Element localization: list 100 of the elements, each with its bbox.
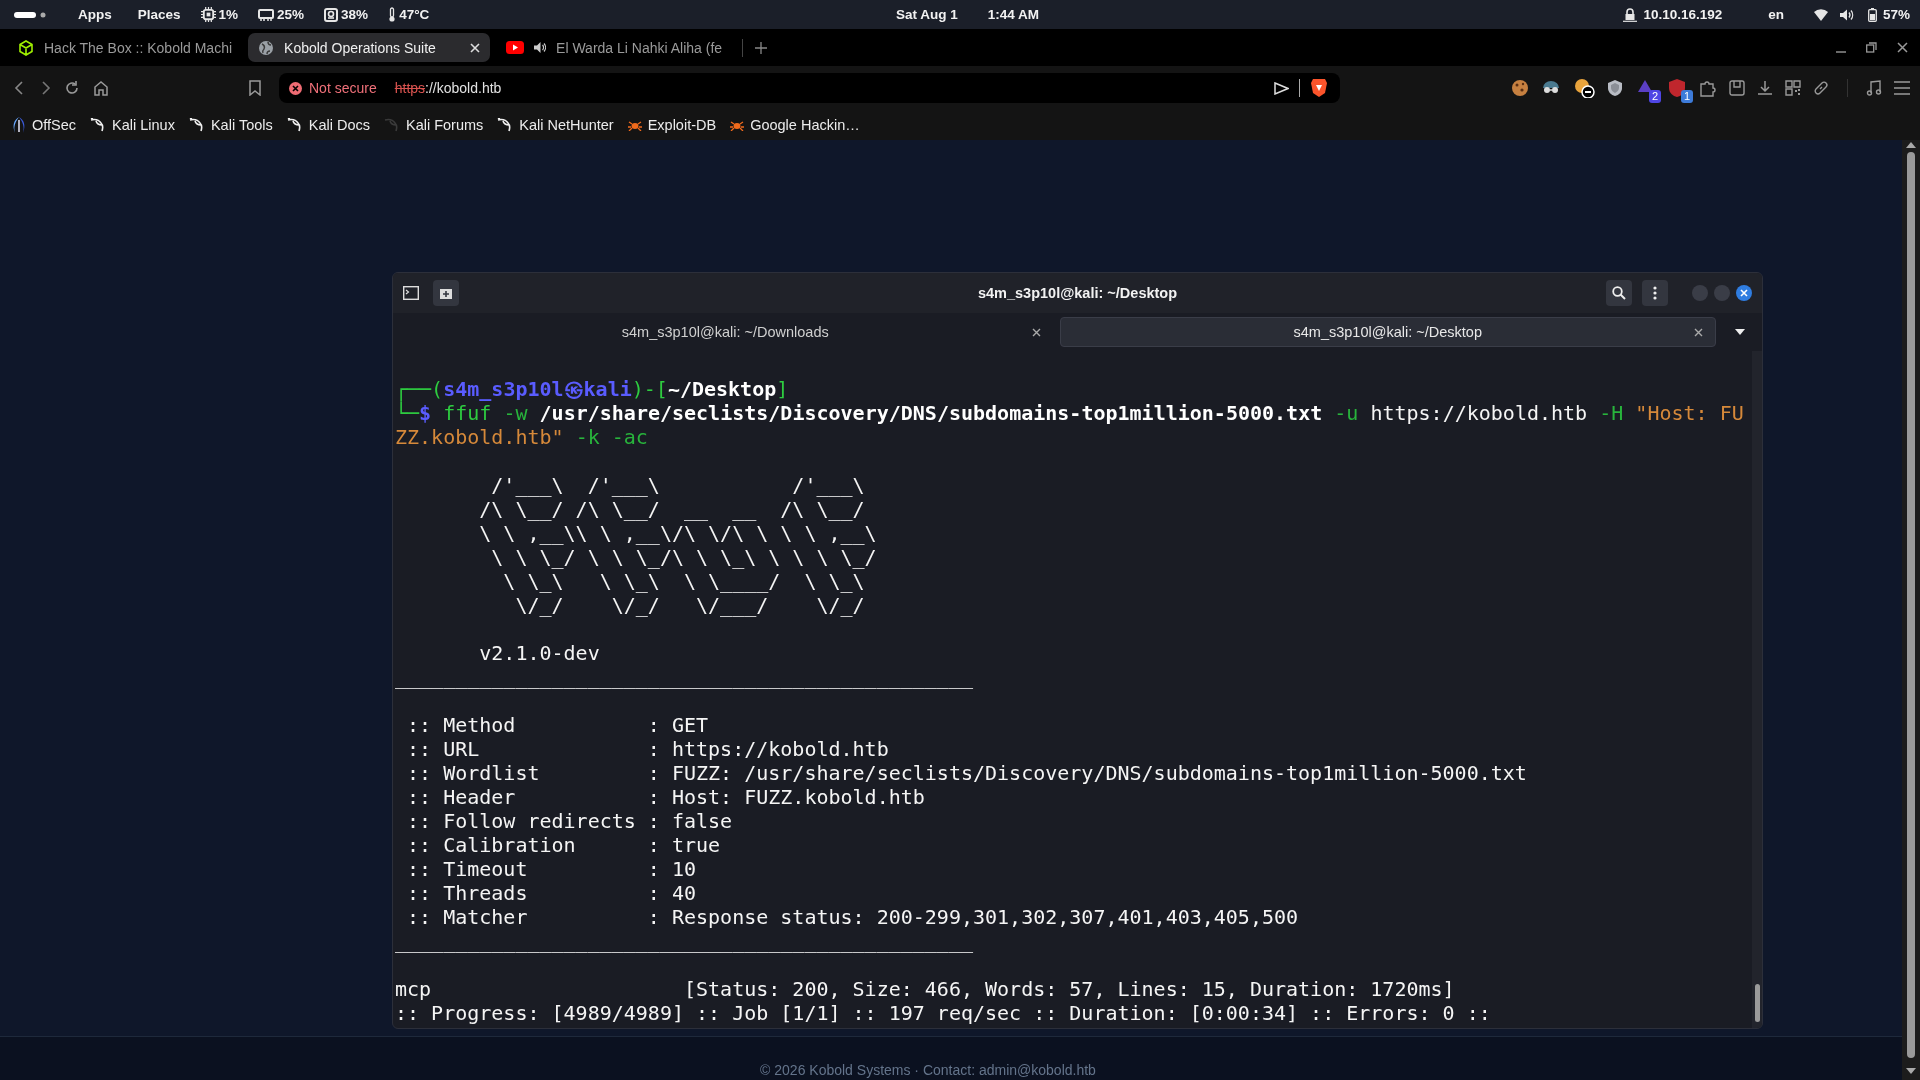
close-icon[interactable] [1694, 327, 1703, 337]
scroll-down-icon[interactable] [1906, 1068, 1916, 1074]
terminal-tab[interactable]: s4m_s3p10l@kali: ~/Desktop [1059, 317, 1716, 347]
cookie-icon[interactable] [1511, 79, 1529, 97]
bookmark-link[interactable]: Kali NetHunter [497, 117, 614, 133]
config-line: :: Follow redirects : false [406, 809, 734, 833]
bookmark-link[interactable]: Kali Linux [90, 117, 175, 133]
browser-tab[interactable]: Kobold Operations Suite [248, 33, 491, 62]
terminal-tab[interactable]: s4m_s3p10l@kali: ~/Downloads [397, 317, 1054, 347]
security-warning: Not secure [309, 80, 377, 96]
menu-icon[interactable] [1894, 81, 1910, 95]
bookmark-link[interactable]: OffSec [12, 117, 77, 133]
config-line: :: Method : GET [406, 713, 710, 737]
music-icon[interactable] [1866, 80, 1882, 96]
link-icon[interactable] [1813, 80, 1829, 96]
close-icon[interactable] [1031, 327, 1041, 337]
bookmark-link[interactable]: Kali Forums [384, 117, 484, 133]
download-icon[interactable] [1757, 80, 1773, 96]
blocked-icon[interactable] [1573, 78, 1595, 98]
scroll-up-icon[interactable] [1906, 142, 1916, 148]
result-line: mcp [Status: 200, Size: 466, Words: 57, Lines: 15, Duration: 1720ms] [395, 977, 1456, 1001]
disk-reading: 38% [341, 7, 369, 22]
menu-button[interactable]: Places [137, 7, 181, 22]
home-icon[interactable] [93, 80, 109, 96]
thermometer-icon [388, 7, 397, 22]
cube-icon [18, 39, 34, 56]
reload-icon[interactable] [64, 80, 80, 96]
dragon-icon [188, 118, 205, 132]
config-line: :: Wordlist : FUZZ: /usr/share/seclists/Discovery/DNS/subdomains-top1million-5000.txt [406, 761, 1528, 785]
prompt-line: ┌──(s4m_s3p10l㉿kali)-[~/Desktop] [395, 377, 790, 401]
speaker-icon[interactable] [534, 42, 547, 53]
new-tab-icon[interactable] [755, 41, 768, 54]
cpu-icon [200, 7, 216, 22]
caret-icon[interactable] [1735, 329, 1745, 335]
date-text[interactable]: Sat Aug 1 [896, 7, 958, 22]
window-title: s4m_s3p10l@kali: ~/Desktop [977, 285, 1178, 301]
workspace-indicator-icon[interactable] [14, 10, 46, 19]
ascii-art-text: /'___\ /'___\ /'___\ /\ \__/ /\ \__/ __ __ /\ \__/ \ \ ,__\\ \ ,__\/\ \/\ \ \ \ ,__\ \ \ \_/ \ \ \_/\ \ \_\ \ \ \ \_/ \ \_\ \ \_\ \ \____/ \ \_\ \/_/ \/_/ \/___/ \/_/ [478, 473, 878, 617]
scrollbar[interactable] [1752, 351, 1762, 1028]
browser-tab[interactable]: Hack The Box :: Kobold Machi [8, 33, 243, 62]
spider-icon [730, 119, 745, 131]
footer-text: © 2026 Kobold Systems · Contact: admin@kobold.htb [760, 1062, 1096, 1078]
new-tab-icon [439, 286, 453, 300]
lion-shield-icon[interactable] [1310, 78, 1328, 98]
menu-button[interactable]: Apps [78, 7, 112, 22]
cpu-reading: 1% [218, 7, 239, 22]
search-button[interactable] [1606, 280, 1632, 306]
forward-icon[interactable] [39, 81, 51, 95]
separator-line: ________________________________________________ [395, 929, 974, 953]
notification-badge: 2 [1648, 90, 1661, 103]
bookmark-link[interactable]: Google Hackin… [730, 117, 860, 133]
scrollbar[interactable] [1902, 140, 1920, 1080]
dragon-icon [286, 118, 303, 132]
address-bar[interactable]: Not secure https://kobold.htb [279, 73, 1340, 103]
bookmark-link[interactable]: Kali Tools [188, 117, 273, 133]
back-icon[interactable] [14, 81, 26, 95]
url-text: https://kobold.htb [394, 80, 502, 96]
volume-icon[interactable] [1839, 8, 1854, 21]
separator-line: ________________________________________________ [395, 665, 974, 689]
keyboard-layout[interactable]: en [1768, 7, 1784, 22]
memory-icon [258, 7, 275, 22]
close-button[interactable] [1736, 285, 1752, 301]
bookmark-link[interactable]: Kali Docs [286, 117, 370, 133]
send-icon[interactable] [1274, 81, 1289, 95]
browser-tab[interactable]: El Warda Li Nahki Aliha (fe [496, 33, 733, 62]
vpn-ip-text: 10.10.16.192 [1643, 7, 1723, 22]
version-text: v2.1.0-dev [478, 641, 601, 665]
temperature-reading: 47°C [399, 7, 430, 22]
menu-icon [1653, 286, 1657, 300]
bookmark-link[interactable]: Exploit-DB [627, 117, 717, 133]
new-tab-button[interactable] [433, 280, 459, 306]
video-play-icon [506, 41, 525, 54]
close-icon [1740, 289, 1748, 297]
terminal-icon[interactable] [403, 286, 419, 300]
save-icon[interactable] [1729, 80, 1745, 96]
goggles-icon[interactable] [1541, 80, 1561, 96]
config-line: :: URL : https://kobold.htb [406, 737, 890, 761]
qr-code-icon[interactable] [1785, 80, 1801, 96]
dragon-icon [384, 118, 400, 132]
bookmark-icon[interactable] [249, 80, 261, 96]
config-line: :: Timeout : 10 [406, 857, 698, 881]
config-line: :: Matcher : Response status: 200-299,301,302,307,401,403,405,500 [406, 905, 1300, 929]
wifi-icon[interactable] [1813, 8, 1828, 21]
restore-icon[interactable] [1866, 42, 1877, 53]
extension-icon[interactable] [1667, 78, 1687, 98]
spider-icon [627, 119, 642, 131]
config-line: :: Calibration : true [406, 833, 722, 857]
menu-button[interactable] [1642, 280, 1668, 306]
vpn-lock-icon [1623, 7, 1638, 22]
globe-icon [258, 39, 275, 56]
clock-text[interactable]: 1:44 AM [987, 7, 1040, 22]
command-line: └─$ ffuf -w /usr/share/seclists/Discovery/DNS/subdomains-top1million-5000.txt -u https://kobold.htb -H "Host: FUZZ.kobold.htb" -k -ac [395, 401, 1745, 449]
progress-line: :: Progress: [4989/4989] :: Job [1/1] :: 197 req/sec :: Duration: [0:00:34] :: Errors: 0 :: [395, 1001, 1492, 1025]
close-icon[interactable] [1897, 42, 1908, 53]
battery-icon [1867, 7, 1877, 22]
search-icon [1612, 286, 1626, 300]
puzzle-icon[interactable] [1699, 79, 1717, 97]
shield-icon[interactable] [1607, 79, 1623, 97]
battery-text: 57% [1882, 7, 1910, 22]
notification-badge: 1 [1680, 90, 1693, 103]
